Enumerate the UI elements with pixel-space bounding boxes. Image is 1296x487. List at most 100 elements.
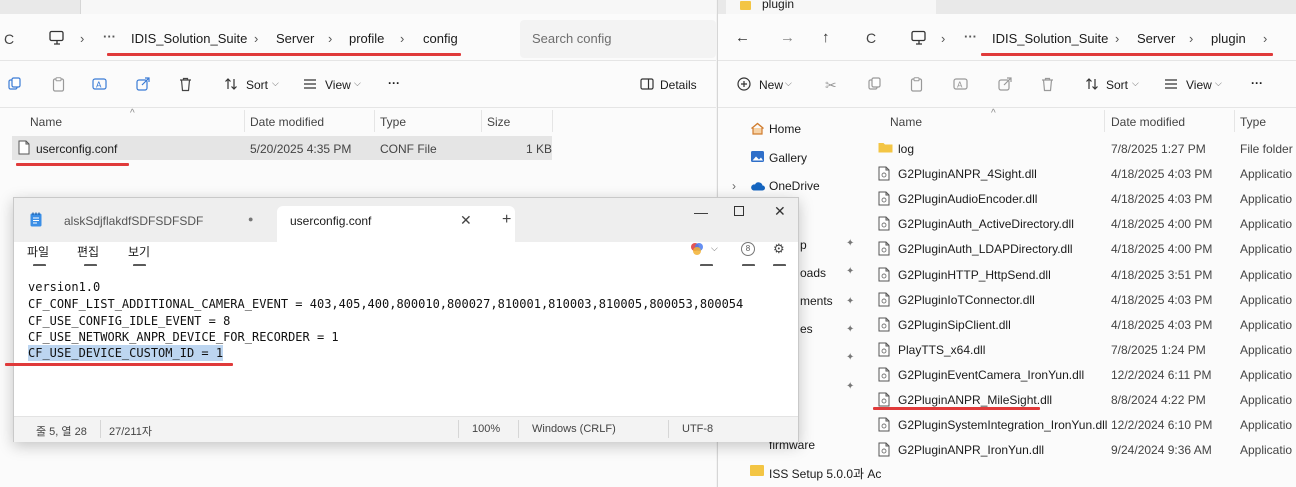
more-options-button[interactable]: ··· [1251, 76, 1263, 90]
file-name[interactable]: PlayTTS_x64.dll [898, 343, 985, 357]
file-name[interactable]: log [898, 142, 914, 156]
column-divider[interactable] [374, 110, 375, 132]
new-tab-button[interactable]: + [502, 211, 511, 229]
up-arrow-icon[interactable]: ↑ [822, 29, 830, 46]
file-name[interactable]: G2PluginANPR_IronYun.dll [898, 443, 1044, 457]
this-pc-icon[interactable] [910, 30, 928, 46]
nav-item-gallery[interactable]: Gallery [769, 151, 807, 165]
back-arrow-icon[interactable]: ← [735, 29, 750, 46]
column-divider[interactable] [1104, 110, 1105, 132]
share-icon[interactable] [998, 77, 1013, 91]
file-name[interactable]: G2PluginANPR_MileSight.dll [898, 393, 1052, 407]
right-window-tab[interactable]: plugin [726, 0, 936, 14]
column-divider[interactable] [1234, 110, 1235, 132]
sort-button[interactable]: Sort [1106, 78, 1128, 92]
right-explorer-window: plugin ← → ↑ C › ··· IDIS_Solution_Suite… [717, 0, 1296, 487]
column-divider[interactable] [552, 110, 553, 132]
file-name[interactable]: G2PluginSystemIntegration_IronYun.dll [898, 418, 1107, 432]
column-divider[interactable] [481, 110, 482, 132]
column-header-name[interactable]: Name [890, 115, 922, 129]
breadcrumb-item-idis[interactable]: IDIS_Solution_Suite [131, 31, 247, 46]
copy-icon[interactable] [8, 77, 22, 91]
table-row[interactable] [873, 137, 1296, 159]
more-options-button[interactable]: ··· [388, 76, 400, 90]
breadcrumb-item-idis[interactable]: IDIS_Solution_Suite [992, 31, 1108, 46]
forward-arrow-icon[interactable]: → [780, 29, 795, 46]
rename-icon[interactable]: A [953, 77, 969, 91]
breadcrumb-item-server[interactable]: Server [1137, 31, 1175, 46]
details-button[interactable]: Details [660, 78, 697, 92]
sort-icon[interactable] [1085, 77, 1099, 91]
minimize-icon[interactable]: — [694, 204, 708, 220]
account-icon[interactable]: 8 [741, 242, 755, 256]
menu-view[interactable]: 보기 [128, 243, 150, 260]
notepad-tab-active[interactable]: userconfig.conf ✕ [277, 206, 515, 242]
column-header-size[interactable]: Size [487, 115, 510, 129]
notepad-tab-inactive[interactable]: alskSdjflakdfSDFSDFSDF [64, 214, 203, 228]
file-name[interactable]: G2PluginAuth_ActiveDirectory.dll [898, 217, 1074, 231]
sort-button[interactable]: Sort [246, 78, 268, 92]
file-name[interactable]: G2PluginIoTConnector.dll [898, 293, 1035, 307]
close-tab-icon[interactable]: ✕ [460, 212, 472, 229]
paste-icon[interactable] [52, 77, 66, 92]
nav-item-onedrive[interactable]: OneDrive [769, 179, 820, 193]
rename-icon[interactable]: A [92, 77, 108, 91]
sort-icon[interactable] [224, 77, 238, 91]
status-encoding[interactable]: UTF-8 [682, 423, 713, 435]
status-zoom[interactable]: 100% [472, 423, 500, 435]
breadcrumb-overflow-icon[interactable]: ··· [103, 29, 116, 44]
status-line-ending[interactable]: Windows (CRLF) [532, 423, 616, 435]
this-pc-icon[interactable] [48, 30, 66, 46]
nav-item-pinned-1[interactable]: p [800, 238, 807, 252]
column-header-date[interactable]: Date modified [250, 115, 324, 129]
nav-item-pinned-2[interactable]: oads [800, 266, 826, 280]
refresh-icon[interactable]: C [866, 30, 876, 46]
chevron-down-icon[interactable]: ⌵ [711, 243, 718, 254]
view-icon[interactable] [303, 78, 317, 90]
refresh-icon[interactable]: C [4, 31, 14, 47]
file-name[interactable]: G2PluginSipClient.dll [898, 318, 1011, 332]
details-pane-icon[interactable] [640, 78, 654, 90]
nav-item-iss-setup[interactable]: ISS Setup 5.0.0과 Ac [769, 465, 881, 482]
file-name[interactable]: G2PluginAuth_LDAPDirectory.dll [898, 242, 1073, 256]
new-button[interactable]: New [759, 78, 783, 92]
column-header-date[interactable]: Date modified [1111, 115, 1185, 129]
file-name[interactable]: G2PluginAudioEncoder.dll [898, 192, 1037, 206]
view-icon[interactable] [1164, 78, 1178, 90]
copy-icon[interactable] [868, 77, 882, 91]
breadcrumb-item-profile[interactable]: profile [349, 31, 384, 46]
file-name[interactable]: G2PluginHTTP_HttpSend.dll [898, 268, 1051, 282]
file-name[interactable]: G2PluginEventCamera_IronYun.dll [898, 368, 1084, 382]
delete-icon[interactable] [1041, 77, 1054, 92]
column-header-type[interactable]: Type [1240, 115, 1266, 129]
breadcrumb-item-plugin[interactable]: plugin [1211, 31, 1246, 46]
breadcrumb-item-server[interactable]: Server [276, 31, 314, 46]
copilot-icon[interactable] [690, 242, 704, 256]
expand-chevron-icon[interactable]: › [732, 179, 736, 193]
cut-icon[interactable]: ✂ [825, 77, 837, 94]
menu-edit[interactable]: 편집 [77, 243, 99, 260]
left-window-tab[interactable] [80, 0, 716, 14]
new-plus-icon[interactable] [737, 77, 751, 91]
paste-icon[interactable] [910, 77, 924, 92]
column-header-type[interactable]: Type [380, 115, 406, 129]
delete-icon[interactable] [179, 77, 192, 92]
file-name[interactable]: userconfig.conf [36, 142, 117, 156]
maximize-icon[interactable] [734, 206, 744, 216]
view-button[interactable]: View [325, 78, 351, 92]
view-button[interactable]: View [1186, 78, 1212, 92]
nav-item-pinned-3[interactable]: ments [800, 294, 833, 308]
notepad-editor[interactable]: version1.0 CF_CONF_LIST_ADDITIONAL_CAMER… [14, 266, 798, 416]
share-icon[interactable] [136, 77, 151, 91]
menu-file[interactable]: 파일 [27, 243, 49, 260]
column-divider[interactable] [244, 110, 245, 132]
close-window-icon[interactable]: ✕ [774, 203, 786, 220]
settings-gear-icon[interactable]: ⚙ [773, 241, 785, 257]
breadcrumb-overflow-icon[interactable]: ··· [964, 29, 977, 44]
search-input[interactable]: Search config [520, 20, 716, 58]
nav-item-home[interactable]: Home [769, 122, 801, 136]
file-name[interactable]: G2PluginANPR_4Sight.dll [898, 167, 1037, 181]
nav-item-pinned-4[interactable]: es [800, 322, 813, 336]
breadcrumb-item-config[interactable]: config [423, 31, 458, 46]
column-header-name[interactable]: Name [30, 115, 62, 129]
